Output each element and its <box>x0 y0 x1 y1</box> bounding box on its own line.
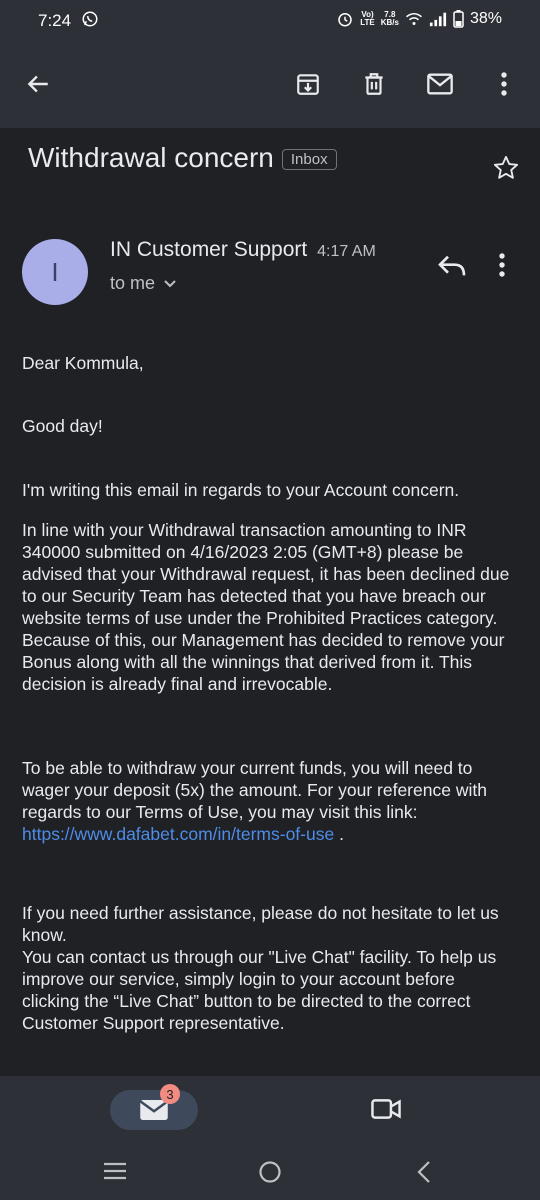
meet-tab[interactable] <box>370 1096 402 1127</box>
recipient-details-toggle[interactable]: to me <box>110 273 177 294</box>
system-nav-bar <box>0 1140 540 1200</box>
video-icon <box>371 1099 401 1119</box>
more-vert-icon <box>501 72 507 96</box>
status-bar: 7:24 Vo) LTE 7.8 KB/s 38% <box>0 0 540 40</box>
back-nav-icon <box>417 1161 430 1183</box>
chevron-down-icon <box>164 279 176 287</box>
recents-button[interactable] <box>102 1160 128 1187</box>
paragraph-2: In line with your Withdrawal transaction… <box>22 520 510 694</box>
inbox-label-chip[interactable]: Inbox <box>281 148 337 170</box>
network-speed: 7.8 KB/s <box>380 10 399 27</box>
signal-icon <box>429 12 447 27</box>
recipient-label: to me <box>110 273 156 293</box>
star-button[interactable] <box>492 154 520 187</box>
paragraph-4a: If you need further assistance, please d… <box>22 903 499 945</box>
paragraph-4b: You can contact us through our "Live Cha… <box>22 947 497 1033</box>
terms-link[interactable]: https://www.dafabet.com/in/terms-of-use <box>22 824 334 844</box>
wifi-icon <box>406 13 422 25</box>
back-button[interactable] <box>20 66 56 102</box>
link-suffix: . <box>334 824 344 844</box>
archive-icon <box>297 74 319 95</box>
message-more-button[interactable] <box>498 252 506 283</box>
home-button[interactable] <box>258 1160 282 1189</box>
menu-icon <box>104 1162 126 1180</box>
subject-row: Withdrawal concern Inbox <box>28 142 337 174</box>
whatsapp-icon <box>82 11 98 27</box>
salutation: Good day! <box>22 416 103 436</box>
delete-icon <box>365 73 383 95</box>
battery-icon <box>453 10 464 28</box>
sender-name: IN Customer Support <box>110 238 308 261</box>
alarm-icon <box>338 13 352 27</box>
star-icon <box>493 155 519 179</box>
network-type: Vo) LTE <box>360 10 375 27</box>
mail-tab[interactable] <box>110 1090 198 1130</box>
back-nav-button[interactable] <box>414 1160 434 1189</box>
unread-badge: 3 <box>160 1084 180 1104</box>
archive-button[interactable] <box>290 66 326 102</box>
paragraph-1: I'm writing this email in regards to you… <box>22 480 460 500</box>
reply-button[interactable] <box>436 252 468 285</box>
mail-icon <box>427 73 453 95</box>
home-icon <box>259 1161 281 1183</box>
paragraph-3: To be able to withdraw your current fund… <box>22 757 517 845</box>
more-vert-icon <box>499 253 505 277</box>
overflow-menu-button[interactable] <box>486 66 522 102</box>
status-time: 7:24 <box>38 11 72 30</box>
greeting: Dear Kommula, <box>22 353 144 373</box>
paragraph-3-text: To be able to withdraw your current fund… <box>22 758 487 822</box>
delete-button[interactable] <box>356 66 392 102</box>
battery-percent: 38% <box>469 10 502 27</box>
back-arrow-icon <box>27 75 48 93</box>
reply-icon <box>438 255 466 276</box>
sent-time: 4:17 AM <box>317 243 376 260</box>
app-bar <box>0 40 540 128</box>
sender-line: IN Customer Support 4:17 AM <box>110 238 376 262</box>
email-subject: Withdrawal concern <box>28 142 274 173</box>
mark-unread-button[interactable] <box>422 66 458 102</box>
sender-avatar[interactable]: I <box>22 239 88 305</box>
